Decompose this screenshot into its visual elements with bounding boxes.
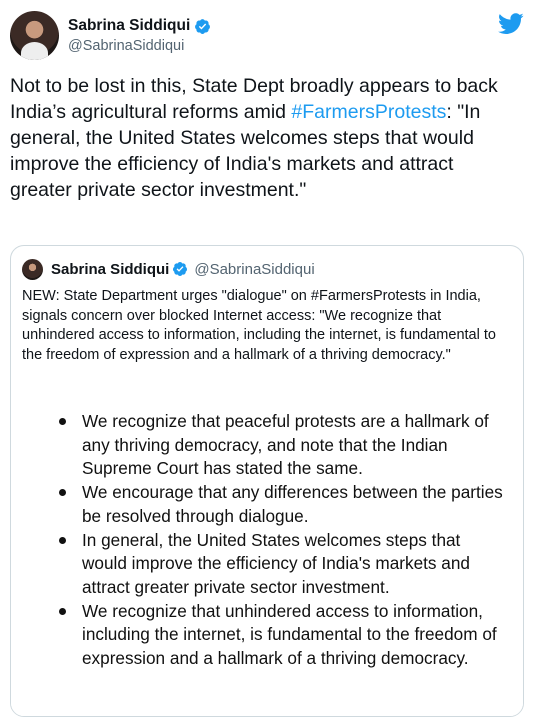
quoted-author-name: Sabrina Siddiqui (51, 260, 170, 278)
avatar[interactable] (10, 11, 59, 60)
bullet-text: We recognize that unhindered access to i… (82, 600, 497, 668)
bullet-item: We recognize that peaceful protests are … (11, 410, 523, 481)
bullet-text: In general, the United States welcomes s… (82, 529, 470, 597)
name-row: Sabrina Siddiqui (68, 16, 211, 36)
author-block: Sabrina Siddiqui @SabrinaSiddiqui (68, 16, 211, 54)
author-name[interactable]: Sabrina Siddiqui (68, 17, 190, 35)
tweet-card: Sabrina Siddiqui @SabrinaSiddiqui Not to… (0, 0, 534, 717)
bullet-text: We recognize that peaceful protests are … (82, 411, 489, 478)
quoted-avatar (22, 258, 43, 280)
tweet-text: Not to be lost in this, State Dept broad… (10, 73, 520, 203)
verified-badge-icon (195, 18, 211, 34)
statement-bullet-list: We recognize that peaceful protests are … (11, 410, 523, 671)
quoted-tweet-image[interactable]: We recognize that peaceful protests are … (11, 395, 523, 716)
bullet-dot (59, 536, 66, 544)
bullet-item: In general, the United States welcomes s… (11, 529, 523, 600)
bullet-dot (59, 489, 66, 496)
bullet-item: We encourage that any differences betwee… (11, 481, 523, 528)
hashtag-link[interactable]: #FarmersProtests (291, 101, 446, 123)
tweet-header: Sabrina Siddiqui @SabrinaSiddiqui (10, 11, 524, 63)
quoted-tweet-text: NEW: State Department urges "dialogue" o… (22, 288, 496, 363)
quoted-author-handle: @SabrinaSiddiqui (194, 260, 315, 278)
verified-badge-icon (173, 262, 188, 276)
bullet-dot (59, 607, 66, 615)
bullet-text: We encourage that any differences betwee… (82, 482, 503, 526)
twitter-bird-icon[interactable] (498, 13, 524, 35)
quoted-tweet-header: Sabrina Siddiqui @SabrinaSiddiqui (22, 258, 315, 280)
author-handle[interactable]: @SabrinaSiddiqui (68, 38, 211, 54)
bullet-dot (59, 418, 66, 425)
bullet-item: We recognize that unhindered access to i… (11, 600, 523, 671)
quoted-tweet[interactable]: Sabrina Siddiqui @SabrinaSiddiqui NEW: S… (10, 245, 524, 717)
